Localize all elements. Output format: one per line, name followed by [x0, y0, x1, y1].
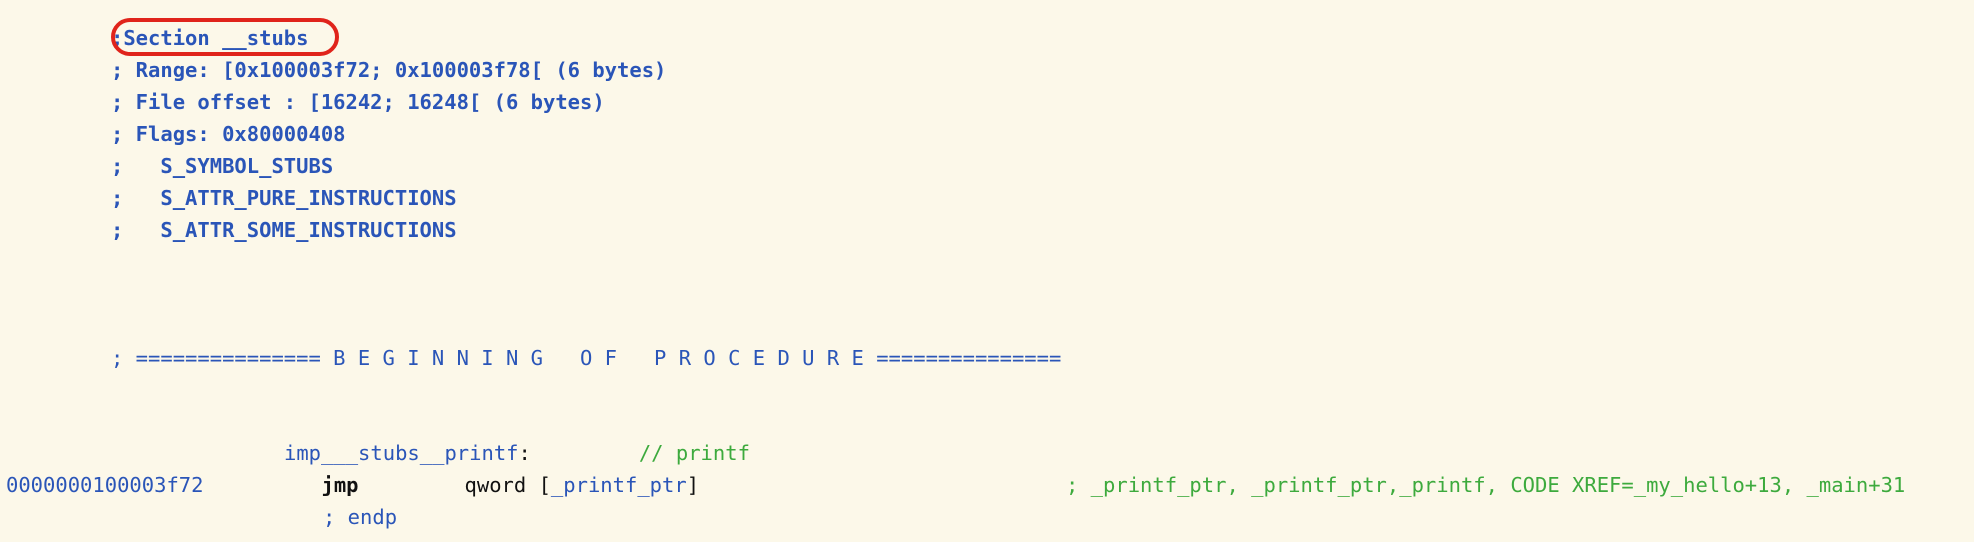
operand-symbol[interactable]: _printf_ptr: [551, 473, 687, 497]
section-file-offset: ; File offset : [16242; 16248[ (6 bytes): [111, 90, 605, 114]
procedure-banner: ; =============== B E G I N N I N G O F …: [111, 346, 1062, 370]
flag-item: ; S_SYMBOL_STUBS: [111, 154, 334, 178]
instruction-row[interactable]: 0000000100003f72 jmp qword [_printf_ptr]: [6, 469, 699, 501]
procedure-end: ; endp: [323, 505, 398, 529]
label-colon: :: [518, 441, 531, 465]
procedure-label-line: imp___stubs__printf: // printf: [284, 437, 750, 469]
section-flags: ; Flags: 0x80000408: [111, 122, 346, 146]
flag-item: ; S_ATTR_SOME_INSTRUCTIONS: [111, 218, 457, 242]
highlight-circle: [111, 18, 340, 56]
instruction-mnemonic[interactable]: jmp: [321, 473, 358, 497]
flag-item: ; S_ATTR_PURE_INSTRUCTIONS: [111, 186, 457, 210]
section-range: ; Range: [0x100003f72; 0x100003f78[ (6 b…: [111, 58, 667, 82]
xref-comment[interactable]: ; _printf_ptr, _printf_ptr,_printf, CODE…: [1066, 469, 1905, 501]
section-title-line: ; Section __stubs: [111, 18, 340, 56]
disassembly-view: ; Section __stubs ; Range: [0x100003f72; …: [0, 0, 1974, 542]
procedure-label[interactable]: imp___stubs__printf: [284, 441, 519, 465]
instruction-address[interactable]: 0000000100003f72: [6, 473, 203, 497]
operand-suffix: ]: [686, 473, 700, 497]
label-comment: // printf: [638, 441, 750, 465]
section-title-wrap: Section __stubs: [111, 18, 340, 56]
operand-prefix: qword [: [464, 473, 551, 497]
